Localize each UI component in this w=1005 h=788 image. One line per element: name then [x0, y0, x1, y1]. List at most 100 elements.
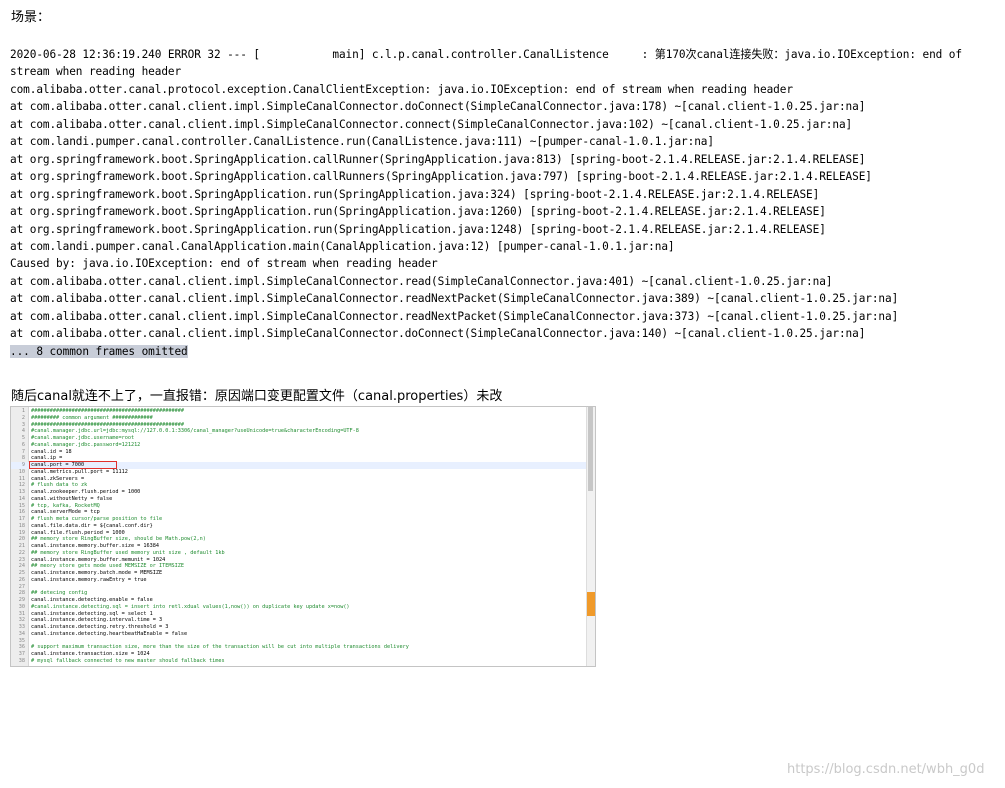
line-number: 24 [18, 563, 25, 570]
config-line: 23 canal.instance.memory.buffer.memunit =… [11, 557, 587, 564]
config-line-text: canal.instance.detecting.retry.threshold… [31, 624, 169, 630]
config-line: 26 canal.instance.memory.rawEntry = true [11, 577, 587, 584]
line-number: 4 [21, 428, 25, 435]
selected-text: ... 8 common frames omitted [10, 344, 188, 358]
line-number: 25 [18, 570, 25, 576]
log-line: 2020-06-28 12:36:19.240 ERROR 32 --- [ m… [10, 48, 969, 79]
config-line-text: canal.instance.detecting.heartbeatHaEnab… [31, 630, 188, 637]
line-number: 7 [21, 448, 25, 455]
config-line: 35 [11, 638, 587, 645]
config-line-text: canal.file.flush.period = 1000 [31, 529, 125, 536]
log-line: at com.landi.pumper.canal.CanalApplicati… [10, 239, 675, 253]
config-line: 33 canal.instance.detecting.retry.thresho… [11, 624, 587, 631]
scrollbar-thumb[interactable] [588, 407, 593, 491]
log-line: at com.landi.pumper.canal.controller.Can… [10, 135, 714, 149]
config-line: 32 canal.instance.detecting.interval.time… [11, 617, 587, 624]
config-line-text: canal.metrics.pull.port = 11112 [31, 468, 128, 475]
config-line: 28 ## detecing config [11, 590, 587, 597]
line-number: 3 [21, 421, 25, 428]
line-number: 15 [18, 502, 25, 509]
line-number: 16 [18, 509, 25, 516]
line-number: 26 [18, 576, 25, 583]
config-line: 11 canal.zkServers = [11, 476, 587, 483]
config-line-text: canal.instance.detecting.enable = false [31, 597, 153, 603]
config-line-text: canal.instance.memory.buffer.memunit = 1… [31, 556, 166, 563]
line-number: 36 [18, 644, 25, 651]
config-file-screenshot: 1 #######################################… [10, 406, 596, 667]
log-line: at com.alibaba.otter.canal.client.impl.S… [10, 100, 866, 114]
config-line-text: canal.instance.detecting.interval.time =… [31, 617, 163, 624]
log-line: com.alibaba.otter.canal.protocol.excepti… [10, 82, 793, 96]
config-line-text: ## detecing config [31, 590, 88, 597]
line-number: 19 [18, 529, 25, 536]
line-number: 20 [18, 536, 25, 543]
line-number: 21 [18, 543, 25, 549]
line-number: 32 [18, 617, 25, 624]
config-line-text: # support maximum transaction size, more… [31, 644, 409, 651]
config-line: 21 canal.instance.memory.buffer.size = 16… [11, 543, 587, 550]
highlight-box-canal-port [29, 461, 117, 469]
config-line: 25 canal.instance.memory.batch.mode = MEM… [11, 570, 587, 577]
config-line-text: #canal.manager.jdbc.username=root [31, 435, 135, 441]
config-line: 24 ## meory store gets mode used MEMSIZE … [11, 563, 587, 570]
log-line: at org.springframework.boot.SpringApplic… [10, 205, 826, 219]
config-line-text: canal.withoutNetty = false [31, 495, 113, 502]
line-number: 27 [18, 583, 25, 590]
config-line: 4 #canal.manager.jdbc.url=jdbc:mysql://12… [11, 428, 587, 435]
config-line-text: ## memory store RingBuffer size, should … [31, 536, 206, 543]
line-number: 11 [18, 475, 25, 482]
config-line-text: canal.instance.memory.batch.mode = MEMSI… [31, 570, 163, 576]
line-number: 28 [18, 590, 25, 597]
line-number: 22 [18, 549, 25, 556]
config-line-text: canal.instance.memory.rawEntry = true [31, 576, 147, 583]
line-number: 6 [21, 441, 25, 448]
config-line: 6 #canal.manager.jdbc.password=121212 [11, 442, 587, 449]
log-line: at org.springframework.boot.SpringApplic… [10, 152, 866, 166]
line-number: 38 [18, 657, 25, 664]
config-line: 12 # flush data to zk [11, 482, 587, 489]
config-line: 3 #######################################… [11, 422, 587, 429]
config-file-content: 1 #######################################… [11, 408, 587, 665]
config-line: 30 #canal.instance.detecting.sql = insert… [11, 604, 587, 611]
vertical-scrollbar[interactable] [586, 407, 595, 666]
config-line: 15 # tcp, kafka, RocketMQ [11, 503, 587, 510]
config-line: 7 canal.id = 18 [11, 449, 587, 456]
line-number: 35 [18, 637, 25, 644]
line-number: 8 [21, 455, 25, 462]
config-line-text: ######### common argument ############# [31, 414, 153, 421]
config-line-text: ## memory store RingBuffer used memory u… [31, 549, 225, 556]
config-line: 20 ## memory store RingBuffer size, shoul… [11, 536, 587, 543]
line-number: 1 [21, 408, 25, 414]
line-number: 9 [21, 462, 25, 468]
config-line-text: canal.instance.memory.buffer.size = 1638… [31, 543, 160, 549]
config-line-text: #canal.instance.detecting.sql = insert i… [31, 603, 350, 610]
config-line: 38 # mysql fallback connected to new mast… [11, 658, 587, 665]
config-line: 36 # support maximum transaction size, mo… [11, 644, 587, 651]
line-number: 13 [18, 489, 25, 495]
config-line-text: canal.instance.transaction.size = 1024 [31, 651, 150, 657]
scrollbar-position-marker [587, 592, 595, 617]
log-line: at com.alibaba.otter.canal.client.impl.S… [10, 327, 866, 341]
explanation-text: 随后canal就连不上了，一直报错：原因端口变更配置文件（canal.prope… [11, 389, 503, 404]
config-line-text: # flush meta cursor/parse position to fi… [31, 516, 163, 522]
config-line-text: ## meory store gets mode used MEMSIZE or… [31, 563, 185, 570]
config-line: 18 canal.file.data.dir = ${canal.conf.dir… [11, 523, 587, 530]
config-line: 10 canal.metrics.pull.port = 11112 [11, 469, 587, 476]
line-number: 31 [18, 610, 25, 617]
config-line: 37 canal.instance.transaction.size = 1024 [11, 651, 587, 658]
line-number: 5 [21, 435, 25, 441]
config-line-text: canal.zkServers = [31, 475, 85, 482]
line-number: 2 [21, 414, 25, 421]
config-line-text: canal.zookeeper.flush.period = 1000 [31, 489, 141, 495]
config-line: 27 [11, 584, 587, 591]
line-number: 10 [18, 468, 25, 475]
line-number: 17 [18, 516, 25, 522]
line-number: 37 [18, 651, 25, 657]
log-line: at com.alibaba.otter.canal.client.impl.S… [10, 117, 853, 131]
error-log: 2020-06-28 12:36:19.240 ERROR 32 --- [ m… [10, 46, 995, 360]
line-number: 30 [18, 603, 25, 610]
watermark: https://blog.csdn.net/wbh_g0d [787, 762, 985, 777]
log-line-omitted: ... 8 common frames omitted [10, 343, 995, 360]
config-line: 1 #######################################… [11, 408, 587, 415]
config-line-text: ########################################… [31, 421, 185, 428]
